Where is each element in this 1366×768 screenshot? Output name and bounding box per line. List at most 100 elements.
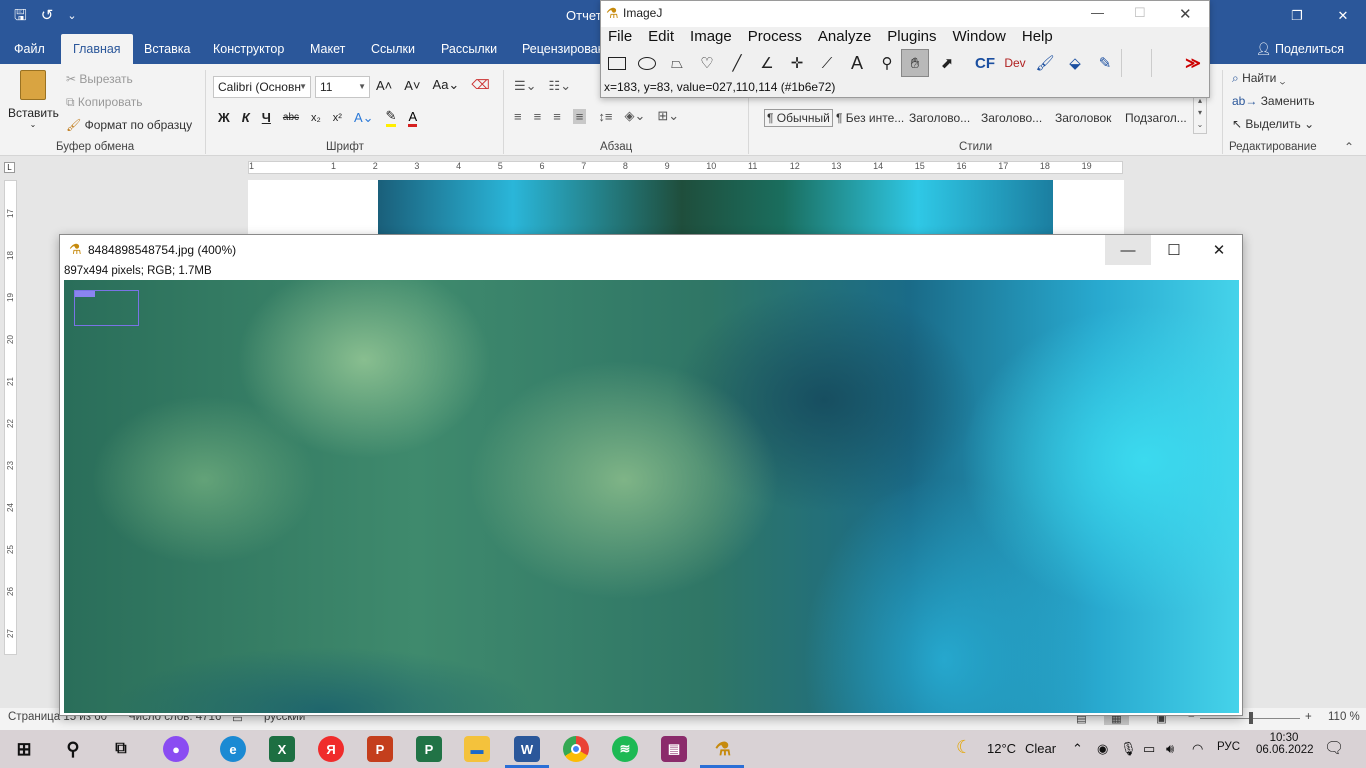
save-icon[interactable]: 🖫 xyxy=(14,6,27,26)
blank-tool-icon[interactable] xyxy=(1121,49,1149,77)
clear-formatting-icon[interactable]: ⌫ xyxy=(471,77,489,93)
freehand-tool-icon[interactable]: ♡ xyxy=(693,49,721,77)
justify-icon[interactable]: ≡ xyxy=(572,108,587,124)
document-image[interactable] xyxy=(378,180,1053,240)
shading-icon[interactable]: ◈⌄ xyxy=(624,108,645,124)
font-size-combo[interactable]: 11 ▼ xyxy=(315,76,370,98)
battery-icon[interactable]: ▭ xyxy=(1143,741,1155,757)
italic-button[interactable]: К xyxy=(242,110,250,125)
select-button[interactable]: ↖ Выделить ⌄ xyxy=(1232,117,1314,131)
menu-edit[interactable]: Edit xyxy=(641,27,683,47)
spotify-icon[interactable]: ≋ xyxy=(612,736,638,762)
network-icon[interactable]: ◠ xyxy=(1192,741,1203,757)
subscript-button[interactable]: x₂ xyxy=(311,112,321,124)
tab-mailings[interactable]: Рассылки xyxy=(429,34,509,64)
menu-file[interactable]: File xyxy=(601,27,641,47)
highlight-icon[interactable]: ✎ xyxy=(385,108,397,127)
tab-layout[interactable]: Макет xyxy=(298,34,357,64)
rectangle-tool-icon[interactable] xyxy=(603,49,631,77)
style-no-spacing[interactable]: ¶ Без инте... xyxy=(836,111,904,125)
brush-tool-icon[interactable]: 🖌︎ xyxy=(1031,49,1059,77)
menu-image[interactable]: Image xyxy=(683,27,741,47)
restore-icon[interactable]: ❐ xyxy=(1274,0,1320,32)
angle-tool-icon[interactable]: ∠ xyxy=(753,49,781,77)
bold-button[interactable]: Ж xyxy=(218,110,230,125)
minimize-icon[interactable]: — xyxy=(1091,5,1104,20)
excel-icon[interactable]: X xyxy=(269,736,295,762)
search-icon[interactable]: ⚲ xyxy=(60,736,86,762)
color-picker-tool-icon[interactable]: ⬈ xyxy=(933,49,961,77)
weather-temp[interactable]: 12°C xyxy=(987,741,1016,756)
font-name-combo[interactable]: Calibri (Основн ▼ xyxy=(213,76,311,98)
close-icon[interactable]: ✕ xyxy=(1196,235,1242,265)
wand-tool-icon[interactable]: ⟋ xyxy=(813,49,841,77)
pencil-tool-icon[interactable]: ✎ xyxy=(1091,49,1119,77)
menu-help[interactable]: Help xyxy=(1015,27,1062,47)
collapse-ribbon-icon[interactable]: ⌃ xyxy=(1344,140,1354,154)
magnifier-tool-icon[interactable]: ⚲ xyxy=(873,49,901,77)
borders-icon[interactable]: ⊞⌄ xyxy=(657,108,679,124)
weather-text[interactable]: Clear xyxy=(1025,741,1056,756)
vertical-ruler[interactable]: 17 18 19 20 21 22 23 24 25 26 27 xyxy=(4,180,17,655)
blank-tool-icon[interactable] xyxy=(1151,49,1179,77)
project-icon[interactable]: P xyxy=(416,736,442,762)
tab-file[interactable]: Файл xyxy=(2,34,57,64)
format-painter-button[interactable]: 🖌︎ Формат по образцу xyxy=(66,118,192,132)
numbering-icon[interactable]: ☷⌄ xyxy=(549,78,572,94)
dev-tool-icon[interactable]: Dev xyxy=(1001,49,1029,77)
keyboard-language[interactable]: РУС xyxy=(1217,741,1240,753)
text-effects-icon[interactable]: A⌄ xyxy=(354,110,374,126)
close-icon[interactable]: ✕ xyxy=(1320,0,1366,32)
tab-selector[interactable]: L xyxy=(4,162,15,173)
tab-home[interactable]: Главная xyxy=(61,34,133,64)
style-subtitle[interactable]: Подзагол... xyxy=(1125,111,1187,125)
polygon-tool-icon[interactable]: ⏢ xyxy=(663,49,691,77)
chrome-icon[interactable] xyxy=(563,736,589,762)
microphone-icon[interactable]: 🎙︎ xyxy=(1120,741,1137,757)
style-normal[interactable]: ¶ Обычный xyxy=(764,109,833,127)
paste-button[interactable]: Вставить ⌄ xyxy=(8,70,59,136)
notifications-icon[interactable]: 🗨︎ xyxy=(1324,738,1344,758)
webcam-icon[interactable]: ◉ xyxy=(1097,741,1108,757)
maximize-icon[interactable]: ☐ xyxy=(1151,235,1197,265)
word-icon[interactable]: W xyxy=(514,736,540,762)
underline-button[interactable]: Ч xyxy=(262,110,271,125)
edge-icon[interactable]: e xyxy=(220,736,246,762)
copy-button[interactable]: ⧉ Копировать xyxy=(66,95,143,110)
style-heading-1[interactable]: Заголово... xyxy=(909,111,970,125)
menu-process[interactable]: Process xyxy=(741,27,811,47)
grow-font-icon[interactable]: A˄ xyxy=(376,78,392,93)
image-window-title-bar[interactable]: ⚗ 8484898548754.jpg (400%) — ☐ ✕ xyxy=(60,235,1242,265)
menu-plugins[interactable]: Plugins xyxy=(880,27,945,47)
line-spacing-icon[interactable]: ↕≡ xyxy=(598,109,612,124)
share-button[interactable]: 👤︎ Поделиться xyxy=(1256,34,1344,64)
tab-references[interactable]: Ссылки xyxy=(359,34,427,64)
styles-scroll[interactable]: ▴ ▾ ⌄ xyxy=(1193,94,1207,134)
zoom-level[interactable]: 110 % xyxy=(1328,711,1360,723)
hand-tool-icon[interactable]: ✋︎ xyxy=(901,49,929,77)
task-view-icon[interactable]: ⧉ xyxy=(108,736,134,762)
text-tool-icon[interactable]: A xyxy=(843,49,871,77)
yandex-icon[interactable]: Я xyxy=(318,736,344,762)
tab-insert[interactable]: Вставка xyxy=(132,34,202,64)
cut-button[interactable]: ✂ Вырезать xyxy=(66,72,133,86)
find-button[interactable]: ⌕ Найти ⌄ xyxy=(1232,71,1285,86)
speaker-icon[interactable]: 🔊︎ xyxy=(1166,741,1174,757)
style-heading-2[interactable]: Заголово... xyxy=(981,111,1042,125)
line-tool-icon[interactable]: ╱ xyxy=(723,49,751,77)
winrar-icon[interactable]: ▤ xyxy=(661,736,687,762)
point-tool-icon[interactable]: ✛ xyxy=(783,49,811,77)
tab-design[interactable]: Конструктор xyxy=(201,34,296,64)
zoom-navigator[interactable] xyxy=(74,290,139,326)
menu-analyze[interactable]: Analyze xyxy=(811,27,880,47)
horizontal-ruler[interactable]: 1 1 2 3 4 5 6 7 8 9 10 11 12 13 14 15 16 17 18 19 xyxy=(248,161,1123,174)
powerpoint-icon[interactable]: P xyxy=(367,736,393,762)
bullets-icon[interactable]: ☰⌄ xyxy=(514,78,537,94)
menu-window[interactable]: Window xyxy=(946,27,1015,47)
align-left-icon[interactable]: ≡ xyxy=(514,109,522,124)
undo-icon[interactable]: ↺ xyxy=(41,6,54,26)
replace-button[interactable]: ab→ Заменить xyxy=(1232,94,1315,108)
close-icon[interactable]: ✕ xyxy=(1179,5,1192,23)
imagej-taskbar-icon[interactable]: ⚗ xyxy=(710,736,736,762)
align-center-icon[interactable]: ≡ xyxy=(534,109,542,124)
